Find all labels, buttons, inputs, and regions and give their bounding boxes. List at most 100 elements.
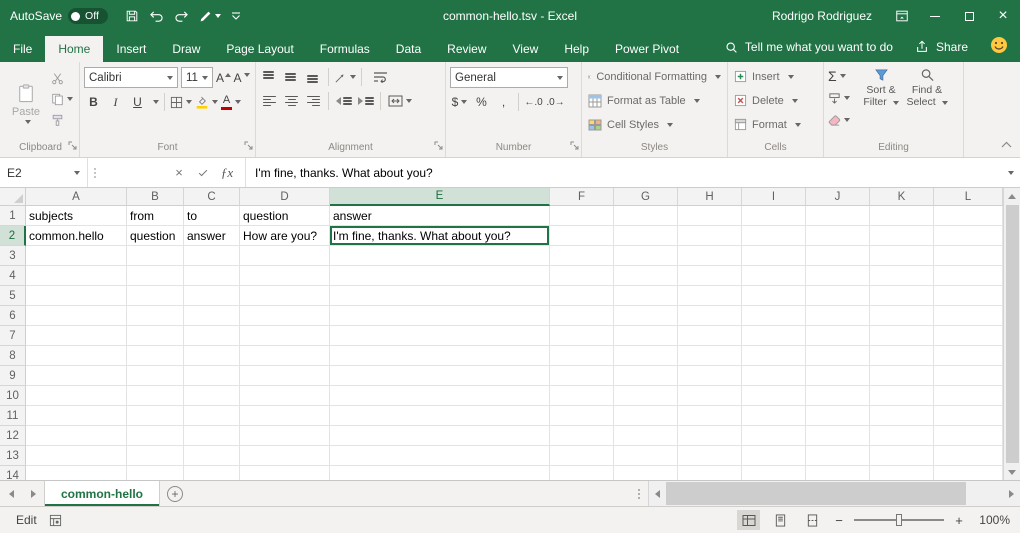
cell-H6[interactable]	[678, 306, 742, 326]
align-middle-icon[interactable]	[282, 67, 301, 87]
confirm-entry-icon[interactable]	[191, 172, 215, 174]
cell-H3[interactable]	[678, 246, 742, 266]
zoom-slider-handle[interactable]	[896, 514, 902, 526]
cell-J9[interactable]	[806, 366, 870, 386]
cell-K9[interactable]	[870, 366, 934, 386]
cell-D4[interactable]	[240, 266, 330, 286]
cell-G8[interactable]	[614, 346, 678, 366]
scroll-down-icon[interactable]	[1004, 464, 1020, 480]
close-button[interactable]: ×	[986, 0, 1020, 32]
macro-record-icon[interactable]	[49, 514, 62, 527]
column-header-E[interactable]: E	[330, 188, 550, 206]
redo-icon[interactable]	[169, 3, 194, 29]
cell-F3[interactable]	[550, 246, 614, 266]
find-select-button[interactable]: Find & Select	[904, 65, 950, 141]
cell-I11[interactable]	[742, 406, 806, 426]
cell-A7[interactable]	[26, 326, 127, 346]
horizontal-scroll-thumb[interactable]	[666, 482, 966, 505]
cell-D6[interactable]	[240, 306, 330, 326]
cell-J3[interactable]	[806, 246, 870, 266]
row-header-4[interactable]: 4	[0, 266, 26, 286]
horizontal-scrollbar[interactable]	[648, 481, 1020, 506]
cell-E8[interactable]	[330, 346, 550, 366]
cell-J6[interactable]	[806, 306, 870, 326]
cell-G1[interactable]	[614, 206, 678, 226]
borders-icon[interactable]	[170, 92, 192, 112]
cell-H5[interactable]	[678, 286, 742, 306]
cell-B12[interactable]	[127, 426, 184, 446]
save-icon[interactable]	[120, 3, 144, 29]
increase-decimal-button[interactable]: ←.0	[524, 92, 543, 112]
cell-G13[interactable]	[614, 446, 678, 466]
cell-F13[interactable]	[550, 446, 614, 466]
currency-format-button[interactable]: $	[450, 92, 469, 112]
column-header-F[interactable]: F	[550, 188, 614, 206]
cell-E11[interactable]	[330, 406, 550, 426]
orientation-icon[interactable]	[334, 67, 356, 87]
cell-A14[interactable]	[26, 466, 127, 480]
cell-A1[interactable]: subjects	[26, 206, 127, 226]
sort-filter-button[interactable]: Sort & Filter	[858, 65, 904, 141]
cell-C4[interactable]	[184, 266, 240, 286]
cell-E4[interactable]	[330, 266, 550, 286]
cell-K14[interactable]	[870, 466, 934, 480]
autosum-button[interactable]: Σ	[828, 67, 858, 85]
cell-E2[interactable]: I'm fine, thanks. What about you?	[330, 226, 550, 246]
minimize-button[interactable]	[918, 0, 952, 32]
cell-C7[interactable]	[184, 326, 240, 346]
row-header-6[interactable]: 6	[0, 306, 26, 326]
cell-B10[interactable]	[127, 386, 184, 406]
cell-B3[interactable]	[127, 246, 184, 266]
cell-C11[interactable]	[184, 406, 240, 426]
expand-formula-bar-icon[interactable]	[998, 158, 1020, 187]
cell-I4[interactable]	[742, 266, 806, 286]
align-left-icon[interactable]	[260, 91, 279, 111]
column-header-A[interactable]: A	[26, 188, 127, 206]
cell-D7[interactable]	[240, 326, 330, 346]
cell-I7[interactable]	[742, 326, 806, 346]
cell-L2[interactable]	[934, 226, 1003, 246]
underline-caret[interactable]	[153, 100, 159, 104]
row-header-13[interactable]: 13	[0, 446, 26, 466]
row-header-2[interactable]: 2	[0, 226, 26, 246]
tab-review[interactable]: Review	[434, 36, 499, 62]
italic-button[interactable]: I	[106, 92, 125, 112]
cell-K3[interactable]	[870, 246, 934, 266]
insert-cells-button[interactable]: Insert	[732, 65, 819, 88]
cell-A13[interactable]	[26, 446, 127, 466]
align-right-icon[interactable]	[304, 91, 323, 111]
tab-scroll-grip[interactable]	[638, 481, 640, 506]
cell-F4[interactable]	[550, 266, 614, 286]
previous-sheet-icon[interactable]	[0, 481, 22, 506]
cell-H9[interactable]	[678, 366, 742, 386]
pen-mode-icon[interactable]	[194, 3, 226, 29]
cell-J14[interactable]	[806, 466, 870, 480]
underline-button[interactable]: U	[128, 92, 147, 112]
cell-G6[interactable]	[614, 306, 678, 326]
row-header-14[interactable]: 14	[0, 466, 26, 480]
cell-B2[interactable]: question	[127, 226, 184, 246]
cell-K8[interactable]	[870, 346, 934, 366]
cell-B5[interactable]	[127, 286, 184, 306]
cell-B14[interactable]	[127, 466, 184, 480]
cell-E6[interactable]	[330, 306, 550, 326]
number-format-combo[interactable]: General	[450, 67, 568, 88]
cell-A10[interactable]	[26, 386, 127, 406]
normal-view-icon[interactable]	[737, 510, 760, 530]
cell-C10[interactable]	[184, 386, 240, 406]
cell-H7[interactable]	[678, 326, 742, 346]
zoom-out-button[interactable]: −	[833, 513, 845, 528]
cell-J12[interactable]	[806, 426, 870, 446]
column-header-G[interactable]: G	[614, 188, 678, 206]
cell-I14[interactable]	[742, 466, 806, 480]
cell-G10[interactable]	[614, 386, 678, 406]
column-header-C[interactable]: C	[184, 188, 240, 206]
cell-I8[interactable]	[742, 346, 806, 366]
tab-power-pivot[interactable]: Power Pivot	[602, 36, 692, 62]
cell-K2[interactable]	[870, 226, 934, 246]
cell-L14[interactable]	[934, 466, 1003, 480]
format-as-table-button[interactable]: Format as Table	[586, 89, 723, 112]
cell-K5[interactable]	[870, 286, 934, 306]
cell-A6[interactable]	[26, 306, 127, 326]
maximize-button[interactable]	[952, 0, 986, 32]
